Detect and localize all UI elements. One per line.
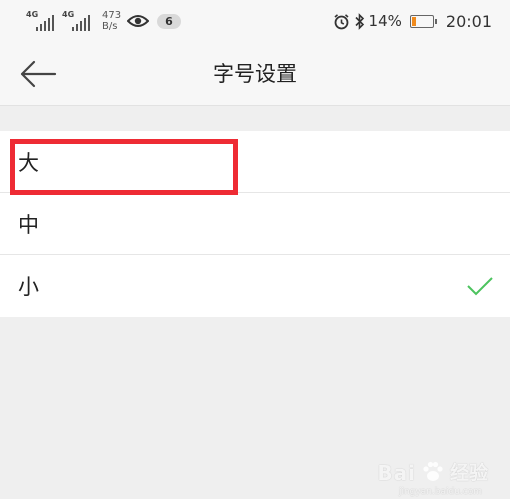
eye-icon [127, 15, 150, 27]
clock-time: 20:01 [445, 11, 492, 31]
signal-bars-icon [36, 15, 54, 31]
alarm-clock-icon [334, 13, 349, 29]
header-bar: 字号设置 [0, 42, 510, 106]
option-label: 小 [18, 275, 39, 299]
signal-bars-icon [72, 15, 90, 31]
watermark-url: jingyan.baidu.com [398, 487, 482, 497]
bluetooth-icon [354, 12, 364, 30]
font-size-option-large[interactable]: 大 [0, 131, 510, 193]
speed-unit: B/s [102, 21, 118, 32]
status-right-group: 14% 20:01 [333, 12, 492, 31]
font-size-list: 大 中 小 [0, 131, 510, 317]
signal-strength-2: 4G [62, 11, 90, 31]
option-label: 中 [18, 212, 39, 237]
network-type-1: 4G [26, 10, 39, 19]
arrow-left-icon [20, 60, 57, 88]
status-bar: 4G 4G 473 B/s 6 14% 20:01 [0, 0, 510, 42]
watermark-brand: Bai [377, 461, 416, 485]
font-size-option-medium[interactable]: 中 [0, 193, 510, 255]
font-size-option-small[interactable]: 小 [0, 255, 510, 317]
signal-strength-1: 4G [26, 11, 54, 31]
paw-icon [423, 461, 443, 481]
network-type-2: 4G [62, 10, 75, 19]
watermark-brand-suffix: 经验 [449, 462, 488, 484]
option-label: 大 [18, 150, 39, 175]
network-speed: 473 B/s [102, 10, 121, 32]
battery-icon [409, 14, 437, 28]
baidu-watermark: Bai 经验 jingyan.baidu.com [377, 458, 488, 497]
checkmark-icon [467, 277, 493, 296]
back-button[interactable] [16, 56, 60, 92]
battery-percent: 14% [368, 12, 402, 30]
speed-value: 473 [102, 10, 122, 21]
notification-count-badge: 6 [157, 13, 181, 29]
page-title: 字号设置 [213, 62, 297, 86]
